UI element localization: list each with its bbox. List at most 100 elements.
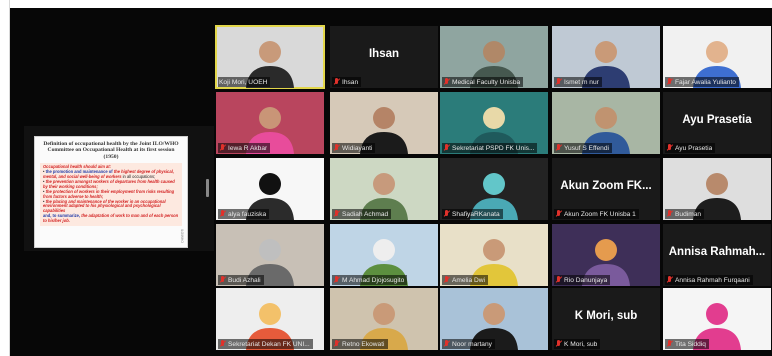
participant-head	[373, 239, 395, 261]
participant-tile[interactable]: Akun Zoom FK... Akun Zoom FK Unisba 1	[552, 158, 660, 220]
muted-mic-icon	[555, 210, 562, 218]
participant-head	[259, 303, 281, 325]
participant-head	[373, 107, 395, 129]
participant-head	[706, 303, 728, 325]
participant-head	[595, 239, 617, 261]
slide-bullet: • the placing and maintenance of the wor…	[43, 199, 179, 215]
muted-mic-icon	[555, 276, 562, 284]
participant-name: Noor martany	[452, 340, 492, 348]
participant-tile[interactable]: Ayu Prasetia Ayu Prasetia	[663, 92, 771, 154]
participant-head	[595, 107, 617, 129]
participant-name-plate: K Mori, sub	[554, 339, 601, 349]
participant-name-plate: Akun Zoom FK Unisba 1	[554, 209, 639, 219]
slide-side-label: ILO/WHO	[180, 229, 184, 243]
participant-tile[interactable]: Fajar Awalia Yulianto	[663, 26, 771, 88]
participant-tile[interactable]: M Ahmad Djojosugito	[330, 224, 438, 286]
muted-mic-icon	[219, 210, 226, 218]
participant-name: Budi Azhali	[228, 276, 261, 284]
participant-name-plate: Amelia Dwi	[442, 275, 488, 285]
participant-name: M Ahmad Djojosugito	[342, 276, 405, 284]
participant-head	[483, 173, 505, 195]
participant-name: Ihsan	[342, 78, 359, 86]
participant-tile[interactable]: Iewa R Akbar	[216, 92, 324, 154]
muted-mic-icon	[219, 340, 226, 348]
participant-tile[interactable]: Sekretariat Dekan FK UNI...	[216, 288, 324, 350]
participant-tile[interactable]: Ihsan Ihsan	[330, 26, 438, 88]
participant-tile[interactable]: Sadiah Achmad	[330, 158, 438, 220]
participant-tile[interactable]: Ismet m nur	[552, 26, 660, 88]
participant-display-name: K Mori, sub	[574, 310, 638, 322]
participant-name-plate: Budi Azhali	[218, 275, 264, 285]
participant-head	[259, 173, 281, 195]
participant-tile[interactable]: Koji Mori, UOEH	[215, 25, 325, 89]
participant-head	[483, 41, 505, 63]
participant-head	[483, 303, 505, 325]
participant-name: Koji Mori, UOEH	[219, 78, 268, 86]
participant-name-plate: Medical Faculty Unisba	[442, 77, 524, 87]
slide-bullets: • the promotion and maintenance of the h…	[43, 169, 179, 215]
participant-name: Fajar Awalia Yulianto	[675, 78, 736, 86]
slide-body: Occupational health should aim at: • the…	[40, 163, 182, 227]
participant-name-plate: Rio Danunjaya	[554, 275, 611, 285]
participant-tile[interactable]: ShafiyaRKanata	[440, 158, 548, 220]
muted-mic-icon	[333, 78, 340, 86]
participant-name-plate: M Ahmad Djojosugito	[332, 275, 408, 285]
participant-name: Ayu Prasetia	[675, 144, 713, 152]
participant-name-plate: Koji Mori, UOEH	[218, 77, 271, 87]
participant-tile[interactable]: Budi Azhali	[216, 224, 324, 286]
muted-mic-icon	[333, 210, 340, 218]
muted-mic-icon	[666, 78, 673, 86]
participant-tile[interactable]: Medical Faculty Unisba	[440, 26, 548, 88]
participant-name: Annisa Rahmah Furqaani	[675, 276, 750, 284]
participant-name-plate: Ihsan	[332, 77, 362, 87]
participant-name-plate: Tita Siddiq	[665, 339, 709, 349]
left-window-edge	[0, 0, 10, 356]
muted-mic-icon	[333, 144, 340, 152]
participant-tile[interactable]: Yusuf S Effendi	[552, 92, 660, 154]
participant-tile[interactable]: alya fauziska	[216, 158, 324, 220]
participant-display-name: Ayu Prasetia	[682, 114, 752, 126]
participant-name-plate: Noor martany	[442, 339, 495, 349]
shared-screen[interactable]: Definition of occupational health by the…	[24, 126, 214, 251]
participant-name: Tita Siddiq	[675, 340, 706, 348]
participant-name-plate: Fajar Awalia Yulianto	[665, 77, 739, 87]
muted-mic-icon	[443, 340, 450, 348]
participant-display-name: Ihsan	[368, 48, 400, 60]
participant-tile[interactable]: Retno Ekowati	[330, 288, 438, 350]
participant-tile[interactable]: Budiman	[663, 158, 771, 220]
participant-name: Amelia Dwi	[452, 276, 485, 284]
zoom-meeting-window: Definition of occupational health by the…	[10, 8, 772, 356]
participant-name: Yusuf S Effendi	[564, 144, 609, 152]
participant-name-plate: Sekretariat Dekan FK UNI...	[218, 339, 313, 349]
participant-tile[interactable]: Widiayanti	[330, 92, 438, 154]
slide-closing: and, to summarize, the adaptation of wor…	[43, 213, 179, 224]
muted-mic-icon	[443, 144, 450, 152]
participant-tile[interactable]: Amelia Dwi	[440, 224, 548, 286]
participant-head	[373, 173, 395, 195]
participant-tile[interactable]: Annisa Rahmah... Annisa Rahmah Furqaani	[663, 224, 771, 286]
participant-name: Budiman	[675, 210, 702, 218]
participant-tile[interactable]: Sekretariat PSPD FK Unis...	[440, 92, 548, 154]
participant-head	[483, 239, 505, 261]
participant-head	[706, 41, 728, 63]
participant-head	[483, 107, 505, 129]
participant-name-plate: Yusuf S Effendi	[554, 143, 612, 153]
participant-name: Akun Zoom FK Unisba 1	[564, 210, 636, 218]
participant-name: alya fauziska	[228, 210, 267, 218]
participant-head	[373, 303, 395, 325]
participant-name-plate: Budiman	[665, 209, 705, 219]
participant-name-plate: Ayu Prasetia	[665, 143, 716, 153]
participant-tile[interactable]: Noor martany	[440, 288, 548, 350]
muted-mic-icon	[666, 340, 673, 348]
participant-name: Sekretariat Dekan FK UNI...	[228, 340, 310, 348]
muted-mic-icon	[443, 210, 450, 218]
participant-tile[interactable]: K Mori, sub K Mori, sub	[552, 288, 660, 350]
participant-head	[595, 41, 617, 63]
participant-name: Iewa R Akbar	[228, 144, 268, 152]
participant-tile[interactable]: Tita Siddiq	[663, 288, 771, 350]
muted-mic-icon	[443, 78, 450, 86]
splitter-handle[interactable]	[206, 179, 209, 197]
slide-bullet-part: the prevention amongst workers of depart…	[43, 178, 175, 189]
muted-mic-icon	[333, 340, 340, 348]
participant-tile[interactable]: Rio Danunjaya	[552, 224, 660, 286]
